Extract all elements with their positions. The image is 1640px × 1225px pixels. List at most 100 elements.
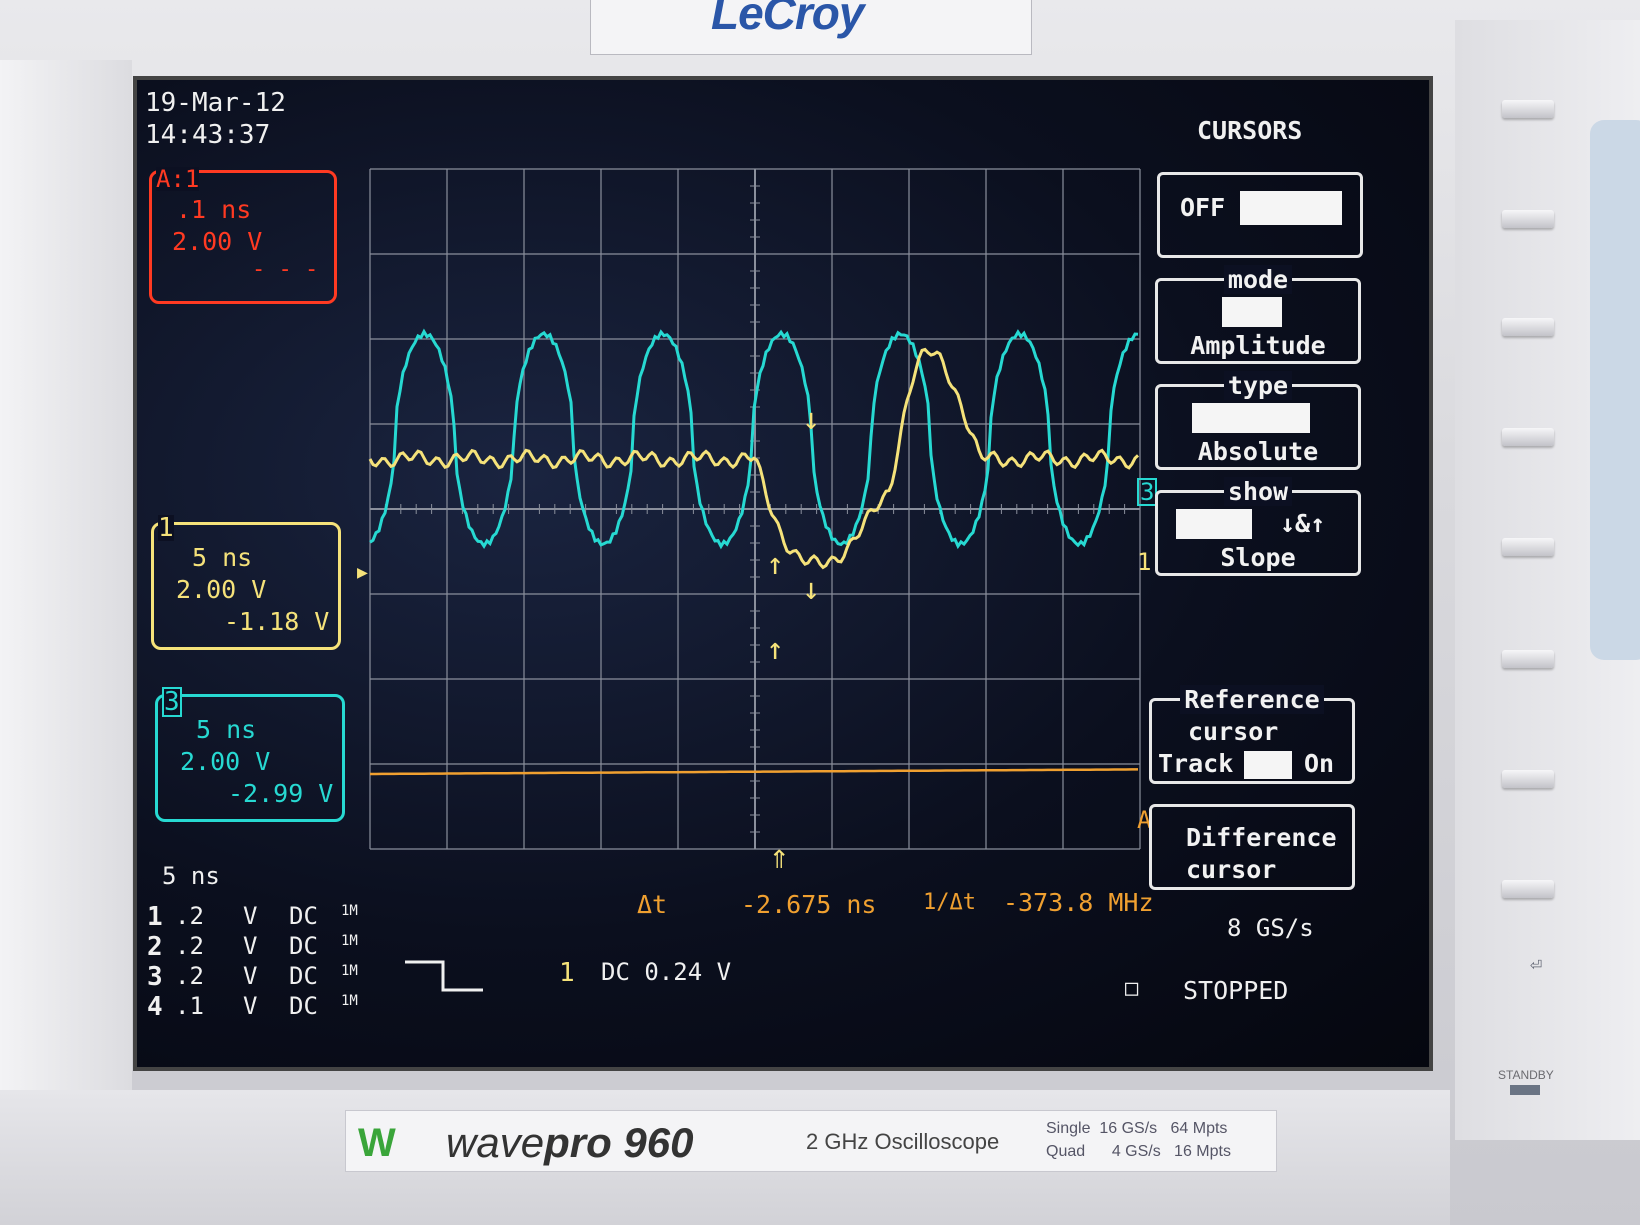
channel-unit: V [243,932,258,960]
sample-rate: 8 GS/s [1227,914,1314,942]
cursors-off-button[interactable]: OFF [1157,172,1363,258]
inverse-delta-t-value: -373.8 MHz [1003,888,1154,917]
model-spec: Single 16 GS/s 64 Mpts Quad 4 GS/s 16 Mp… [1046,1117,1231,1163]
channel-unit: V [243,902,258,930]
channel-impedance: 1M [341,993,358,1009]
oscilloscope-screen: 19-Mar-12 14:43:37 A:1 .1 ns 2.00 V - - … [133,76,1433,1071]
channel-impedance: 1M [341,963,358,979]
trigger-source: 1 [559,958,575,988]
teledyne-logo: W [358,1121,396,1165]
trace-a-descriptor[interactable]: A:1 .1 ns 2.00 V - - - [149,165,337,304]
channel-impedance: 1M [341,903,358,919]
trace-1-label: 1 [158,513,174,543]
type-value: Absolute [1197,437,1319,466]
trace-a-label: A:1 [156,165,200,193]
model-name: wavepro 960 [446,1119,693,1167]
acq-status-box: □ [1125,976,1139,1001]
trace-3-descriptor[interactable]: 3 5 ns 2.00 V -2.99 V [155,687,345,822]
channel-unit: V [243,962,258,990]
trace-3-timebase: 5 ns [196,715,257,744]
mode-title: mode [1158,265,1358,294]
channel-row[interactable]: 4 .1 V DC 1M [147,992,377,1020]
trace-1-timebase: 5 ns [192,543,253,572]
reference-toggle-highlight [1244,751,1292,779]
cursor-up-arrow: ↑ [766,547,784,582]
spec-single: Single 16 GS/s 64 Mpts [1046,1120,1228,1137]
mode-button[interactable]: mode Amplitude [1155,265,1361,364]
channel-num: 1 [147,902,163,932]
channel-row[interactable]: 1 .2 V DC 1M [147,902,377,930]
return-icon[interactable]: ⏎ [1518,952,1554,978]
reference-cursor-button[interactable]: Reference cursor Track On [1149,685,1355,784]
brand-plate: LeCroy [590,0,1032,55]
menu-key-8[interactable] [1502,880,1554,898]
reference-title: Reference [1152,685,1352,714]
show-button[interactable]: show ↓&↑ Slope [1155,477,1361,576]
type-title: type [1158,371,1358,400]
cursors-off-label: OFF [1180,193,1226,222]
time-readout: 14:43:37 [145,120,271,150]
menu-title: CURSORS [1197,116,1303,145]
show-value: Slope [1220,543,1296,572]
trace-a-offset: - - - [252,257,319,282]
channel-scale: .1 [175,992,204,1020]
model-name-bold: pro [544,1119,612,1166]
ch1-marker: 1 [1137,548,1152,576]
channel-num: 4 [147,992,163,1022]
type-selector-highlight [1192,403,1310,433]
channel-row[interactable]: 2 .2 V DC 1M [147,932,377,960]
trace-1-volts: 2.00 V [176,575,267,604]
show-selector-highlight [1176,509,1252,539]
channel-scale: .2 [175,932,204,960]
spec-quad: Quad 4 GS/s 16 Mpts [1046,1143,1231,1160]
mode-value: Amplitude [1190,331,1326,360]
difference-cursor-button[interactable]: Difference cursor [1149,804,1355,890]
model-name-prefix: wave [446,1119,545,1166]
channel-unit: V [243,992,258,1020]
menu-key-5[interactable] [1502,538,1554,556]
menu-key-6[interactable] [1502,650,1554,668]
cursor-down-arrow: ↓ [802,572,820,607]
channel-num: 2 [147,932,163,962]
menu-key-3[interactable] [1502,318,1554,336]
cursor-down-arrow: ↓ [802,402,820,437]
model-number: 960 [623,1119,694,1166]
show-arrows: ↓&↑ [1280,509,1326,538]
standby-button[interactable] [1510,1085,1540,1095]
date-readout: 19-Mar-12 [145,88,286,118]
knob-area[interactable] [1590,120,1640,660]
trigger-slope-icon [405,960,483,992]
trace-3-offset: -2.99 V [228,779,334,808]
model-plate: W wavepro 960 2 GHz Oscilloscope Single … [345,1110,1277,1172]
trace-3-volts: 2.00 V [180,747,271,776]
channel-scale: .2 [175,962,204,990]
brand-logo: LeCroy [711,0,864,39]
channel-scale: .2 [175,902,204,930]
reference-track: Track [1158,749,1234,778]
menu-key-1[interactable] [1502,100,1554,118]
channel-row[interactable]: 3 .2 V DC 1M [147,962,377,990]
graticule [369,168,1141,850]
timebase-readout: 5 ns [162,862,220,890]
trace-a-timebase: .1 ns [176,195,252,224]
waveform-display: ↓ ↓ ↑ ↑ [368,168,1141,850]
menu-key-4[interactable] [1502,428,1554,446]
reference-on: On [1304,749,1335,778]
left-bezel [0,60,132,1120]
trace-1-descriptor[interactable]: 1 5 ns 2.00 V -1.18 V [151,515,341,650]
type-button[interactable]: type Absolute [1155,371,1361,470]
menu-key-2[interactable] [1502,210,1554,228]
channel-coupling: DC [289,962,318,990]
show-title: show [1158,477,1358,506]
trace-3-label: 3 [162,687,182,717]
cursor-up-arrow: ↑ [766,632,784,667]
trace-1-offset: -1.18 V [224,607,330,636]
mode-selector-highlight [1222,297,1282,327]
difference-line1: Difference [1186,823,1337,852]
menu-key-7[interactable] [1502,770,1554,788]
inverse-delta-t-label: 1/Δt [923,890,976,915]
channel-coupling: DC [289,992,318,1020]
difference-line2: cursor [1186,855,1277,884]
model-description: 2 GHz Oscilloscope [806,1129,1000,1154]
acquisition-status: STOPPED [1183,976,1289,1005]
